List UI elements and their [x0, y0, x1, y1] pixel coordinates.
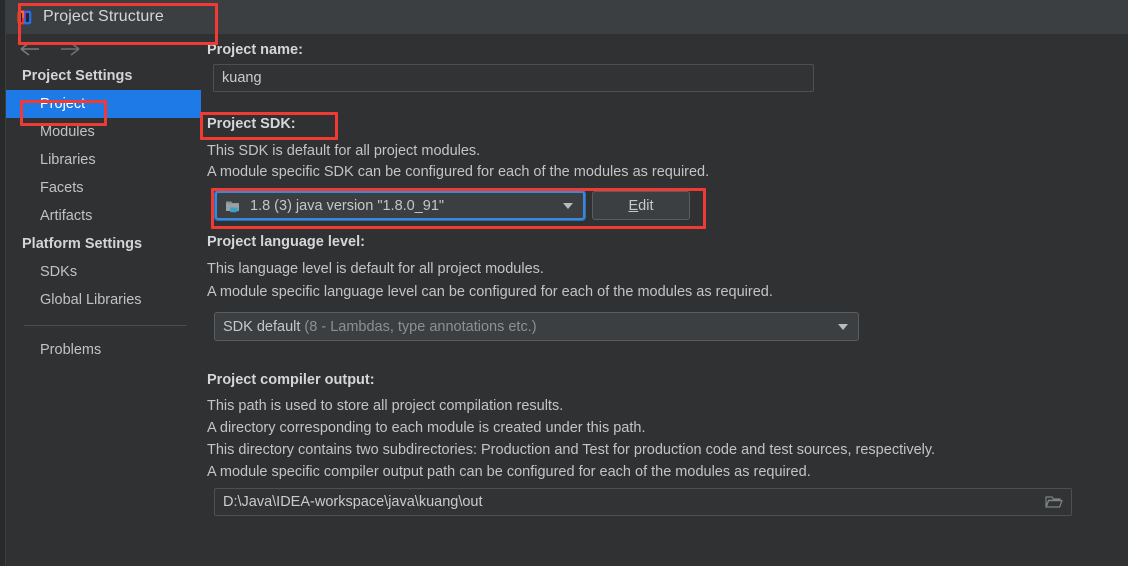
compiler-output-desc-1: This path is used to store all project c…	[207, 398, 564, 414]
chevron-down-icon[interactable]	[563, 202, 573, 209]
arrow-left-icon[interactable]	[18, 39, 44, 59]
sidebar-item-label: SDKs	[40, 264, 78, 280]
sidebar-item-problems[interactable]: Problems	[6, 336, 201, 364]
compiler-output-path-input[interactable]: D:\Java\IDEA-workspace\java\kuang\out	[214, 488, 1072, 516]
project-sdk-desc-2: A module specific SDK can be configured …	[207, 164, 710, 180]
window-titlebar: Project Structure	[6, 0, 1128, 34]
project-name-label: Project name:	[207, 42, 303, 58]
chevron-down-icon[interactable]	[838, 323, 848, 330]
language-level-value-secondary: (8 - Lambdas, type annotations etc.)	[304, 318, 537, 335]
sidebar-item-label: Facets	[40, 180, 84, 196]
compiler-output-desc-2: A directory corresponding to each module…	[207, 420, 646, 436]
sidebar-item-facets[interactable]: Facets	[6, 174, 201, 202]
sidebar-item-sdks[interactable]: SDKs	[6, 258, 201, 286]
sidebar-item-label: Project	[40, 96, 86, 112]
language-level-value-primary: SDK default	[223, 318, 301, 335]
sidebar-item-label: Problems	[40, 342, 102, 358]
sidebar-item-label: Global Libraries	[40, 292, 142, 308]
sidebar-item-modules[interactable]: Modules	[6, 118, 201, 146]
edit-sdk-button[interactable]: Edit	[592, 191, 690, 220]
project-name-input[interactable]: kuang	[213, 64, 814, 92]
compiler-output-desc-4: A module specific compiler output path c…	[207, 464, 811, 480]
sidebar-group-platform-settings: Platform Settings	[22, 236, 143, 252]
compiler-output-desc-3: This directory contains two subdirectori…	[207, 442, 936, 458]
project-name-value: kuang	[222, 70, 262, 86]
sidebar-item-artifacts[interactable]: Artifacts	[6, 202, 201, 230]
compiler-output-label: Project compiler output:	[207, 372, 375, 388]
project-sdk-desc-1: This SDK is default for all project modu…	[207, 143, 481, 159]
sidebar-item-label: Artifacts	[40, 208, 93, 224]
project-settings-panel: Project name: kuang Project SDK: This SD…	[201, 34, 1128, 566]
sidebar-group-project-settings: Project Settings	[22, 68, 133, 84]
compiler-output-path-value: D:\Java\IDEA-workspace\java\kuang\out	[223, 494, 483, 510]
edit-button-rest: dit	[638, 197, 654, 214]
language-level-desc-1: This language level is default for all p…	[207, 261, 544, 277]
language-level-desc-2: A module specific language level can be …	[207, 284, 773, 300]
sidebar-item-label: Libraries	[40, 152, 96, 168]
arrow-right-icon[interactable]	[56, 39, 82, 59]
window-title: Project Structure	[43, 8, 164, 25]
sidebar-item-label: Modules	[40, 124, 95, 140]
settings-sidebar[interactable]: Project Settings Project Modules Librari…	[6, 62, 201, 566]
java-sdk-folder-icon	[225, 198, 243, 214]
sidebar-item-libraries[interactable]: Libraries	[6, 146, 201, 174]
sidebar-item-project[interactable]: Project	[6, 90, 201, 118]
intellij-idea-logo-icon	[16, 9, 33, 26]
edit-button-mnemonic: E	[628, 197, 639, 214]
sidebar-item-global-libraries[interactable]: Global Libraries	[6, 286, 201, 314]
sidebar-divider	[24, 325, 187, 326]
project-sdk-label: Project SDK:	[207, 116, 296, 132]
language-level-label: Project language level:	[207, 234, 365, 250]
folder-open-icon[interactable]	[1043, 492, 1065, 512]
language-level-combobox[interactable]: SDK default (8 - Lambdas, type annotatio…	[214, 312, 859, 341]
project-sdk-combobox[interactable]: 1.8 (3) java version "1.8.0_91"	[215, 191, 585, 220]
project-sdk-value: 1.8 (3) java version "1.8.0_91"	[250, 197, 445, 214]
